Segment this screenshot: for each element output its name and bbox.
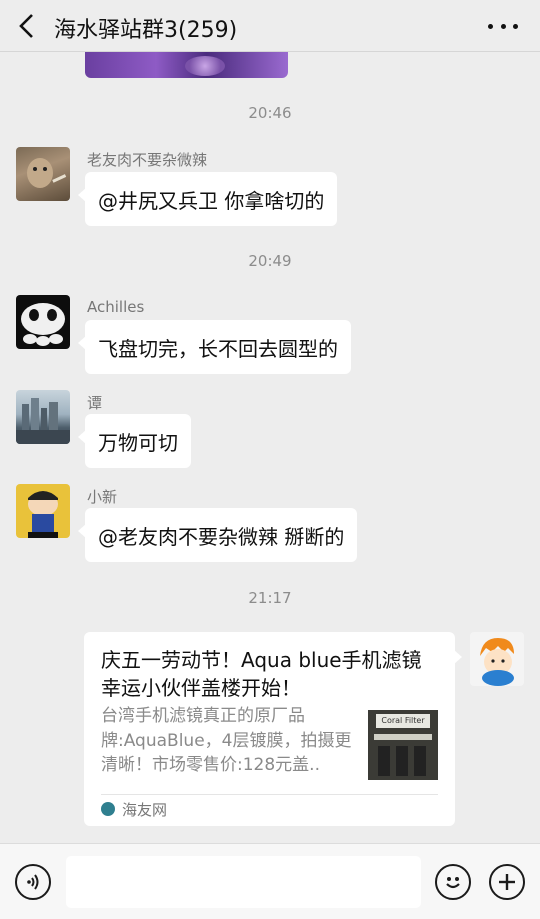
plus-icon xyxy=(499,874,515,890)
card-description: 台湾手机滤镜真正的原厂品牌:AquaBlue，4层镀膜，拍摄更清晰！市场零售价:… xyxy=(101,706,352,775)
message-bubble[interactable]: 万物可切 xyxy=(78,414,191,468)
my-avatar[interactable] xyxy=(470,632,524,686)
avatar[interactable] xyxy=(16,390,70,444)
card-thumbnail: Coral Filter xyxy=(368,710,438,780)
message-bubble[interactable]: @井尻又兵卫 你拿啥切的 xyxy=(77,172,338,226)
card-title: 庆五一劳动节！Aqua blue手机滤镜幸运小伙伴盖楼开始！ xyxy=(101,648,422,700)
message-text: @老友肉不要杂微辣 掰断的 xyxy=(98,524,345,549)
chevron-left-icon xyxy=(19,14,33,38)
emoji-icon xyxy=(446,877,460,889)
message-bubble[interactable]: 飞盘切完，长不回去圆型的 xyxy=(78,320,351,374)
avatar[interactable] xyxy=(16,484,70,538)
input-toolbar xyxy=(0,843,540,919)
avatar[interactable] xyxy=(16,147,70,201)
message-text: @井尻又兵卫 你拿啥切的 xyxy=(98,188,325,213)
link-card[interactable]: 庆五一劳动节！Aqua blue手机滤镜幸运小伙伴盖楼开始！ 台湾手机滤镜真正的… xyxy=(84,632,462,826)
chat-title: 海水驿站群3(259) xyxy=(54,18,238,43)
card-source: 海友网 xyxy=(122,801,168,819)
emoji-button[interactable] xyxy=(435,864,471,900)
message-text: 万物可切 xyxy=(98,430,178,455)
source-logo-icon xyxy=(101,802,115,816)
timestamp: 20:49 xyxy=(248,252,292,270)
sender-name: Achilles xyxy=(87,298,145,316)
message-text: 飞盘切完，长不回去圆型的 xyxy=(98,336,338,361)
plus-button[interactable] xyxy=(489,864,525,900)
avatar[interactable] xyxy=(16,295,70,349)
more-dots-icon xyxy=(488,23,493,29)
sender-name: 谭 xyxy=(87,394,103,412)
timestamp: 20:46 xyxy=(248,104,292,122)
voice-button[interactable] xyxy=(15,864,51,900)
voice-icon xyxy=(27,874,39,890)
sender-name: 小新 xyxy=(87,488,118,506)
more-button[interactable] xyxy=(488,14,518,38)
message-bubble[interactable]: @老友肉不要杂微辣 掰断的 xyxy=(77,508,358,562)
timestamp: 21:17 xyxy=(248,589,292,607)
image-message[interactable] xyxy=(85,52,288,78)
chat-header: 海水驿站群3(259) xyxy=(0,0,540,52)
sender-name: 老友肉不要杂微辣 xyxy=(87,151,208,169)
message-input[interactable] xyxy=(66,856,421,908)
back-button[interactable] xyxy=(12,10,42,42)
